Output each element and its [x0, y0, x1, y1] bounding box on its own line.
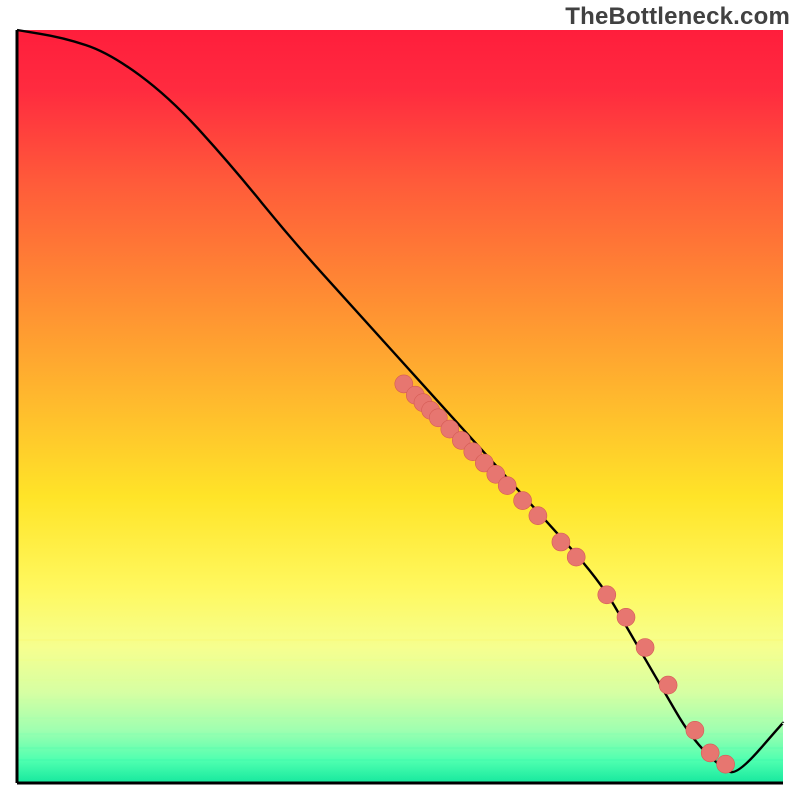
data-point [598, 586, 616, 604]
chart-svg [0, 0, 800, 800]
data-point [567, 548, 585, 566]
data-point [659, 676, 677, 694]
data-point [717, 755, 735, 773]
data-point [636, 639, 654, 657]
data-point [617, 608, 635, 626]
data-point [552, 533, 570, 551]
chart-stage: TheBottleneck.com [0, 0, 800, 800]
data-point [529, 507, 547, 525]
plot-background [17, 30, 783, 783]
data-point [514, 492, 532, 510]
data-point [701, 744, 719, 762]
watermark-label: TheBottleneck.com [565, 3, 790, 31]
data-point [686, 721, 704, 739]
data-point [498, 477, 516, 495]
